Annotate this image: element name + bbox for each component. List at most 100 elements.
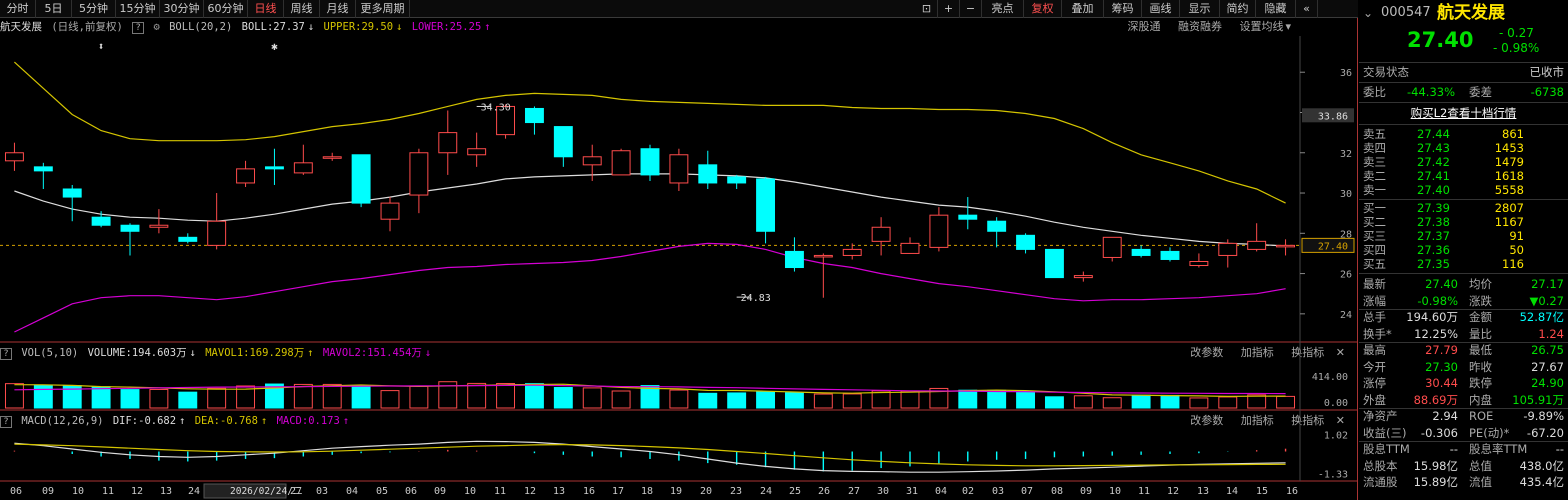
bid-row[interactable]: 买二 27.38 1167 xyxy=(1363,215,1564,230)
chevron-down-icon[interactable]: ⌄ xyxy=(1363,3,1373,23)
tool-button-1[interactable]: + xyxy=(938,0,960,18)
date-label: 16 xyxy=(583,486,595,497)
period-tab-2[interactable]: 5分钟 xyxy=(72,0,116,18)
volume-bar xyxy=(524,383,544,409)
period-tab-5[interactable]: 60分钟 xyxy=(204,0,248,18)
stat-row[interactable]: 流通股 15.89亿 流值 435.4亿 xyxy=(1363,475,1564,490)
stat-row[interactable]: 收益(三) -0.306 PE(动)* -67.20 xyxy=(1363,426,1564,441)
tool-button-6[interactable]: 筹码 xyxy=(1104,0,1142,18)
candle-body xyxy=(178,236,198,242)
stat-row[interactable]: 今开 27.30 昨收 27.67 xyxy=(1363,360,1564,375)
period-tab-7[interactable]: 周线 xyxy=(284,0,320,18)
bid-row[interactable]: 买五 27.35 116 xyxy=(1363,257,1564,272)
bid-price: 27.38 xyxy=(1417,215,1450,229)
candle-body xyxy=(62,188,82,198)
volume-bar xyxy=(207,387,227,409)
bid-row[interactable]: 买三 27.37 91 xyxy=(1363,229,1564,244)
tool-button-7[interactable]: 画线 xyxy=(1142,0,1180,18)
bid-row[interactable]: 买四 27.36 50 xyxy=(1363,243,1564,258)
date-label: 18 xyxy=(641,486,653,497)
date-label: 10 xyxy=(464,486,476,497)
stat-row[interactable]: 总股本 15.98亿 总值 438.0亿 xyxy=(1363,459,1564,474)
stat-row[interactable]: 股息TTM -- 股息率TTM -- xyxy=(1363,442,1564,457)
period-tab-4[interactable]: 30分钟 xyxy=(160,0,204,18)
stat-row[interactable]: 净资产 2.94 ROE -9.89% xyxy=(1363,409,1564,424)
stat-label: 今开 xyxy=(1363,359,1386,374)
period-tab-6[interactable]: 日线 xyxy=(248,0,284,18)
volume-bar xyxy=(900,390,920,409)
price-tick-label: 36 xyxy=(1340,68,1352,79)
collapse-icon[interactable]: « xyxy=(1296,0,1318,18)
stat-label: 涨幅 xyxy=(1363,293,1386,308)
bid-volume: 116 xyxy=(1502,257,1524,271)
stat-label: 内盘 xyxy=(1469,392,1492,407)
macd-tick-label: 1.02 xyxy=(1324,431,1348,442)
boll-lower-line xyxy=(14,242,1286,333)
l2-link[interactable]: 购买L2查看十档行情 xyxy=(1363,106,1564,121)
date-label: 03 xyxy=(992,486,1004,497)
status-row: 交易状态 已收市 xyxy=(1363,65,1564,80)
bid-row[interactable]: 买一 27.39 2807 xyxy=(1363,201,1564,216)
bid-label: 买一 xyxy=(1363,201,1386,215)
period-tab-1[interactable]: 5日 xyxy=(36,0,72,18)
ask-row[interactable]: 卖一 27.40 5558 xyxy=(1363,183,1564,198)
volume-bar xyxy=(813,393,833,409)
period-tab-3[interactable]: 15分钟 xyxy=(116,0,160,18)
stat-value: 27.30 xyxy=(1425,359,1458,374)
ask-row[interactable]: 卖三 27.42 1479 xyxy=(1363,155,1564,170)
stat-value: 12.25% xyxy=(1414,326,1458,341)
period-tab-0[interactable]: 分时 xyxy=(0,0,36,18)
volume-bar xyxy=(91,386,111,409)
date-label: 11 xyxy=(102,486,114,497)
price-tick-label: 24 xyxy=(1340,310,1352,321)
ask-price: 27.43 xyxy=(1417,141,1450,155)
tool-button-3[interactable]: 亮点 xyxy=(982,0,1024,18)
period-tab-9[interactable]: 更多周期 xyxy=(356,0,410,18)
tool-button-0[interactable]: ⊡ xyxy=(916,0,938,18)
stat-row[interactable]: 最高 27.79 最低 26.75 xyxy=(1363,343,1564,358)
ask-price: 27.41 xyxy=(1417,169,1450,183)
ask-row[interactable]: 卖五 27.44 861 xyxy=(1363,127,1564,142)
candle-body xyxy=(1189,260,1209,267)
volume-bar xyxy=(1160,394,1180,409)
weicha-value: -6738 xyxy=(1530,85,1564,99)
ask-row[interactable]: 卖二 27.41 1618 xyxy=(1363,169,1564,184)
volume-bar xyxy=(958,389,978,409)
candle-body xyxy=(409,152,429,196)
tool-button-2[interactable]: − xyxy=(960,0,982,18)
ask-price: 27.40 xyxy=(1417,183,1450,197)
stat-label: 最高 xyxy=(1363,343,1386,357)
stat-row[interactable]: 总手 194.60万 金额 52.87亿 xyxy=(1363,310,1564,325)
macd-tick-label: -1.33 xyxy=(1318,470,1348,481)
volume-bar xyxy=(380,390,400,409)
stat-row[interactable]: 换手* 12.25% 量比 1.24 xyxy=(1363,327,1564,342)
tool-button-5[interactable]: 叠加 xyxy=(1062,0,1104,18)
stat-value: 435.4亿 xyxy=(1519,475,1564,489)
stock-code: 000547 xyxy=(1381,5,1431,20)
ask-price: 27.42 xyxy=(1417,155,1450,169)
stat-value: 27.79 xyxy=(1425,343,1458,357)
stat-row[interactable]: 最新 27.40 均价 27.17 xyxy=(1363,277,1564,292)
period-tab-8[interactable]: 月线 xyxy=(320,0,356,18)
tool-button-4[interactable]: 复权 xyxy=(1024,0,1062,18)
tool-button-8[interactable]: 显示 xyxy=(1180,0,1220,18)
date-label: 09 xyxy=(42,486,54,497)
stat-row[interactable]: 涨幅 -0.98% 涨跌 ▼0.27 xyxy=(1363,294,1564,309)
tool-button-9[interactable]: 简约 xyxy=(1220,0,1256,18)
stat-row[interactable]: 外盘 88.69万 内盘 105.91万 xyxy=(1363,393,1564,408)
volume-bar xyxy=(1276,395,1296,409)
stat-row[interactable]: 涨停 30.44 跌停 24.90 xyxy=(1363,376,1564,391)
volume-bar xyxy=(1016,390,1036,409)
stat-label: 跌停 xyxy=(1469,376,1492,390)
tool-button-10[interactable]: 隐藏 xyxy=(1256,0,1296,18)
stat-value: 2.94 xyxy=(1432,409,1458,423)
date-label: 05 xyxy=(376,486,388,497)
date-label: 27 xyxy=(848,486,860,497)
stat-value: 26.75 xyxy=(1531,343,1564,357)
ask-row[interactable]: 卖四 27.43 1453 xyxy=(1363,141,1564,156)
stat-label: 外盘 xyxy=(1363,392,1386,407)
candle-body xyxy=(813,254,833,258)
ask-volume: 1479 xyxy=(1494,155,1524,169)
candle-body xyxy=(1276,244,1296,248)
chart-svg[interactable]: 3634323028262433.8627.4034.3024.83⬍✱414.… xyxy=(0,18,1358,500)
